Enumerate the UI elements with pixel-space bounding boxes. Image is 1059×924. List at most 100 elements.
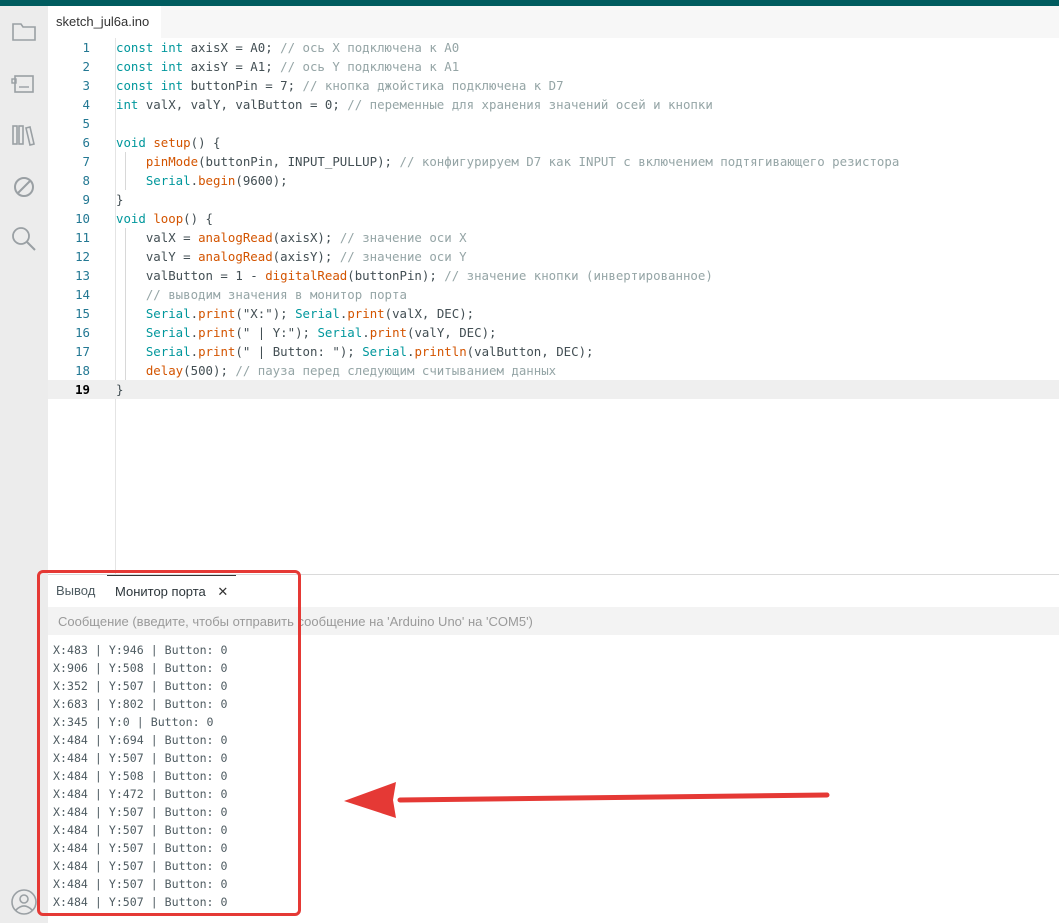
tab-serial-monitor[interactable]: Монитор порта ✕ [107,575,237,607]
tab-output[interactable]: Вывод [56,575,95,606]
serial-output-line: X:352 | Y:507 | Button: 0 [53,679,228,693]
user-icon[interactable] [10,888,38,916]
serial-output-line: X:484 | Y:508 | Button: 0 [53,769,228,783]
code-line[interactable]: 13 valButton = 1 - digitalRead(buttonPin… [48,266,1059,285]
sidebar [0,6,48,923]
search-icon[interactable] [9,224,39,254]
file-tab[interactable]: sketch_jul6a.ino [48,6,161,38]
code-text: delay(500); // пауза перед следующим счи… [145,363,557,378]
indent-guide [125,228,126,247]
code-line[interactable]: 5 [48,114,1059,133]
serial-output-line: X:484 | Y:507 | Button: 0 [53,751,228,765]
line-number: 11 [75,230,90,245]
code-line[interactable]: 10 void loop() { [48,209,1059,228]
code-text: void loop() { [116,211,213,226]
line-number: 18 [75,363,90,378]
code-text: Serial.print("X:"); Serial.print(valX, D… [145,306,475,321]
board-icon[interactable] [9,68,39,98]
serial-output-line: X:345 | Y:0 | Button: 0 [53,715,214,729]
serial-output-line: X:484 | Y:507 | Button: 0 [53,895,228,909]
indent-guide [125,342,126,361]
code-line[interactable]: 1 const int axisX = A0; // ось X подключе… [48,38,1059,57]
indent-guide [125,247,126,266]
code-text: Serial.print(" | Button: "); Serial.prin… [145,344,594,359]
line-number: 9 [82,192,90,207]
code-line[interactable]: 11 valX = analogRead(axisX); // значение… [48,228,1059,247]
line-number: 3 [82,78,90,93]
indent-guide [125,266,126,285]
serial-output-line: X:484 | Y:507 | Button: 0 [53,859,228,873]
bottom-panel: Вывод Монитор порта ✕ X:483 | Y:946 | Bu… [48,574,1059,924]
line-number: 16 [75,325,90,340]
line-number: 6 [82,135,90,150]
code-text: const int axisY = A1; // ось Y подключен… [116,59,460,74]
code-line[interactable]: 6 void setup() { [48,133,1059,152]
line-number: 2 [82,59,90,74]
code-line[interactable]: 3 const int buttonPin = 7; // кнопка джой… [48,76,1059,95]
line-number: 10 [75,211,90,226]
line-number: 1 [82,40,90,55]
code-text: valButton = 1 - digitalRead(buttonPin); … [116,268,713,283]
indent-guide [125,152,126,171]
debug-icon[interactable] [9,172,39,202]
code-text: } [116,192,124,207]
code-text: Serial.begin(9600); [145,173,288,188]
line-number: 13 [75,268,90,283]
code-line[interactable]: 9} [48,190,1059,209]
serial-output-line: X:683 | Y:802 | Button: 0 [53,697,228,711]
serial-output-line: X:483 | Y:946 | Button: 0 [53,643,228,657]
serial-message-input[interactable] [48,607,1059,635]
panel-tabs: Вывод Монитор порта ✕ [48,575,1059,606]
code-text: // выводим значения в монитор порта [145,287,407,302]
indent-guide [125,285,126,304]
line-number: 4 [82,97,90,112]
line-number: 17 [75,344,90,359]
close-icon[interactable]: ✕ [217,584,228,599]
code-text: int valX, valY, valButton = 0; // переме… [116,97,713,112]
line-number: 15 [75,306,90,321]
line-number: 5 [82,116,90,131]
code-line[interactable]: 19} [48,380,1059,399]
code-line[interactable]: 17 Serial.print(" | Button: "); Serial.p… [48,342,1059,361]
code-line[interactable]: 2 const int axisY = A1; // ось Y подключе… [48,57,1059,76]
code-line[interactable]: 7 pinMode(buttonPin, INPUT_PULLUP); // к… [48,152,1059,171]
serial-output-line: X:484 | Y:507 | Button: 0 [53,841,228,855]
line-number: 14 [75,287,90,302]
code-text: const int buttonPin = 7; // кнопка джойс… [116,78,564,93]
serial-output-line: X:484 | Y:472 | Button: 0 [53,787,228,801]
tab-output-label: Вывод [56,583,96,598]
line-number: 8 [82,173,90,188]
code-text: } [116,382,124,397]
folder-icon[interactable] [9,16,39,46]
indent-guide [125,323,126,342]
line-number: 19 [75,382,90,397]
serial-output-line: X:484 | Y:507 | Button: 0 [53,877,228,891]
code-line[interactable]: 4 int valX, valY, valButton = 0; // перем… [48,95,1059,114]
serial-output-line: X:484 | Y:507 | Button: 0 [53,823,228,837]
code-text: void setup() { [116,135,221,150]
serial-output-line: X:906 | Y:508 | Button: 0 [53,661,228,675]
code-text: Serial.print(" | Y:"); Serial.print(valY… [145,325,497,340]
code-line[interactable]: 18 delay(500); // пауза перед следующим … [48,361,1059,380]
code-line[interactable]: 15 Serial.print("X:"); Serial.print(valX… [48,304,1059,323]
code-line[interactable]: 8 Serial.begin(9600); [48,171,1059,190]
code-editor[interactable]: 1 const int axisX = A0; // ось X подключе… [48,38,1059,574]
library-icon[interactable] [9,120,39,150]
code-text: pinMode(buttonPin, INPUT_PULLUP); // кон… [145,154,900,169]
serial-output-line: X:484 | Y:507 | Button: 0 [53,805,228,819]
serial-output-line: X:484 | Y:694 | Button: 0 [53,733,228,747]
indent-guide [125,171,126,190]
indent-guide [125,304,126,323]
file-tab-bar: sketch_jul6a.ino [48,6,1059,38]
code-line[interactable]: 12 valY = analogRead(axisY); // значение… [48,247,1059,266]
code-line[interactable]: 14 // выводим значения в монитор порта [48,285,1059,304]
code-text: valY = analogRead(axisY); // значение ос… [116,249,467,264]
line-number: 12 [75,249,90,264]
tab-serial-monitor-label: Монитор порта [115,584,206,599]
serial-output: X:483 | Y:946 | Button: 0 X:906 | Y:508 |… [53,641,1043,911]
line-number: 7 [82,154,90,169]
code-line[interactable]: 16 Serial.print(" | Y:"); Serial.print(v… [48,323,1059,342]
code-text: valX = analogRead(axisX); // значение ос… [116,230,467,245]
indent-guide [125,361,126,380]
code-text: const int axisX = A0; // ось X подключен… [116,40,460,55]
